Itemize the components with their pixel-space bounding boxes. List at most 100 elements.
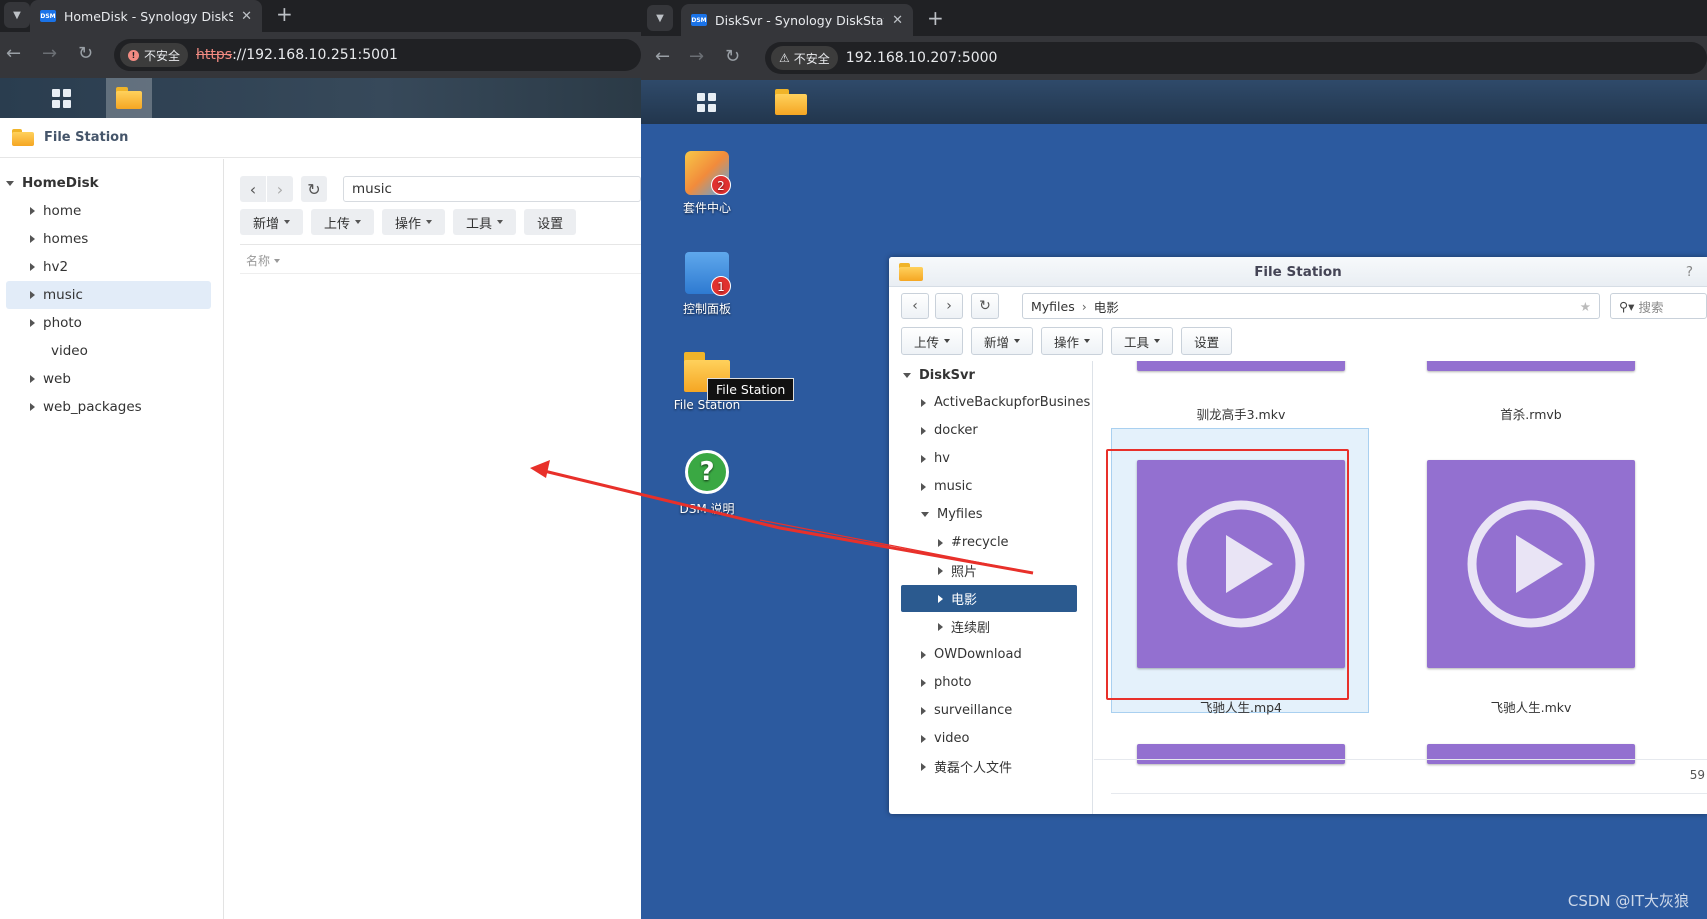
forward-icon[interactable]: → [689,48,704,66]
url-host: 192.168.10.207:5000 [845,50,998,66]
tree-item-movies[interactable]: 电影 [901,585,1077,612]
tree-item-hv[interactable]: hv [921,445,950,472]
insecure-icon: ! [128,49,139,61]
tree-item-photo[interactable]: photo [6,309,211,337]
tree-root-homedisk[interactable]: HomeDisk [6,169,211,197]
tree-item-recycle[interactable]: #recycle [938,529,1009,556]
tools-button[interactable]: 工具 [453,209,517,235]
tree-item-series[interactable]: 连续剧 [938,613,990,640]
upload-button[interactable]: 上传 [311,209,375,235]
file-name[interactable]: 飞驰人生.mp4 [1111,697,1371,716]
tree-item-personal[interactable]: 黄磊个人文件 [921,753,1012,780]
create-button[interactable]: 新增 [240,209,304,235]
tree-item-hv2[interactable]: hv2 [6,253,211,281]
search-input[interactable]: ⚲▾ 搜索 [1610,293,1707,319]
left-nav-buttons: ‹ › ↻ [240,176,327,202]
close-tab-icon[interactable]: ✕ [241,9,252,24]
video-thumbnail[interactable] [1427,744,1635,764]
warning-icon: ⚠ [779,51,790,65]
tree-item-surveillance[interactable]: surveillance [921,697,1012,724]
reload-icon[interactable]: ↻ [78,45,93,63]
new-tab-icon[interactable]: + [927,8,944,28]
main-menu-button[interactable] [24,78,98,118]
settings-button[interactable]: 设置 [1181,327,1233,355]
upload-button[interactable]: 上传 [901,327,964,355]
caret-right-icon [938,566,943,575]
back-button[interactable]: ‹ [901,293,929,319]
name-column-header[interactable]: 名称 [246,252,281,269]
action-button[interactable]: 操作 [1041,327,1104,355]
right-nav-buttons: ‹ › ↻ [901,293,999,319]
create-button[interactable]: 新增 [971,327,1034,355]
forward-button[interactable]: › [935,293,963,319]
right-file-station-window: File Station ? ‹ › ↻ Myfiles › 电影 ★ ⚲▾ 搜… [889,257,1707,814]
new-tab-icon[interactable]: + [276,4,293,24]
refresh-button[interactable]: ↻ [971,293,999,319]
tree-item-home[interactable]: home [6,197,211,225]
tree-item-music[interactable]: music [6,281,211,309]
back-icon[interactable]: ← [6,45,21,63]
folder-icon [116,87,142,109]
desktop-icon-control-panel[interactable]: 1 控制面板 [652,252,762,317]
reload-icon[interactable]: ↻ [725,48,740,66]
dropdown-icon [497,220,504,224]
tree-item-myfiles[interactable]: Myfiles [921,501,982,528]
settings-button[interactable]: 设置 [524,209,577,235]
back-icon[interactable]: ← [655,48,670,66]
tab-search-icon[interactable]: ▼ [647,5,673,31]
file-name[interactable]: 飞驰人生.mkv [1401,697,1661,716]
right-active-tab[interactable]: DSM DiskSvr - Synology DiskStatio ✕ [681,4,913,36]
divider [240,273,641,274]
tools-button[interactable]: 工具 [1111,327,1174,355]
main-menu-icon [51,88,71,108]
tree-item-photo[interactable]: photo [921,669,972,696]
tree-item-web[interactable]: web [6,365,211,393]
divider [1111,793,1707,794]
tree-item-photos[interactable]: 照片 [938,557,977,584]
security-chip[interactable]: ⚠ 不安全 [771,46,838,70]
back-button[interactable]: ‹ [240,176,266,202]
tree-item-music[interactable]: music [921,473,972,500]
tree-item-web-packages[interactable]: web_packages [6,393,211,421]
security-chip[interactable]: ! 不安全 [120,43,189,67]
close-tab-icon[interactable]: ✕ [892,13,903,28]
video-thumbnail[interactable] [1137,361,1345,371]
file-station-task-button[interactable] [761,80,821,124]
video-thumbnail[interactable] [1427,361,1635,371]
caret-right-icon [938,594,943,603]
tree-item-owdownload[interactable]: OWDownload [921,641,1022,668]
tree-item-video[interactable]: video [6,337,211,365]
tree-item-docker[interactable]: docker [921,417,978,444]
left-fs-title-bar: File Station [0,118,641,158]
left-address-bar[interactable]: ! 不安全 https://192.168.10.251:5001 [114,39,641,71]
dropdown-icon [426,220,433,224]
forward-button[interactable]: › [267,176,293,202]
file-name[interactable]: 驯龙高手3.mkv [1111,404,1371,423]
breadcrumb-movies[interactable]: 电影 [1094,297,1119,316]
video-thumbnail[interactable] [1427,460,1635,668]
file-station-task-button[interactable] [106,78,152,118]
help-button[interactable]: ? [1686,257,1693,287]
action-button[interactable]: 操作 [382,209,446,235]
desktop-icon-dsm-help[interactable]: ? DSM 说明 [652,450,762,517]
left-path-field[interactable]: music [343,176,641,202]
tree-root-disksvr[interactable]: DiskSvr [903,362,975,389]
main-menu-button[interactable] [661,80,751,124]
caret-right-icon [921,454,926,463]
tree-item-homes[interactable]: homes [6,225,211,253]
star-icon[interactable]: ★ [1580,299,1591,314]
file-name[interactable]: 首杀.rmvb [1401,404,1661,423]
forward-icon[interactable]: → [42,45,57,63]
tab-search-icon[interactable]: ▼ [4,2,30,28]
breadcrumb-myfiles[interactable]: Myfiles [1031,299,1075,314]
tree-item-video[interactable]: video [921,725,970,752]
right-address-bar[interactable]: ⚠ 不安全 192.168.10.207:5000 [765,42,1707,74]
desktop-icon-package-center[interactable]: 2 套件中心 [652,151,762,216]
tree-item-activebackup[interactable]: ActiveBackupforBusines [921,389,1090,416]
refresh-button[interactable]: ↻ [301,176,327,202]
video-thumbnail[interactable] [1137,744,1345,764]
left-active-tab[interactable]: DSM HomeDisk - Synology DiskSt ✕ [30,0,262,32]
file-station-icon [12,128,34,147]
window-title-bar[interactable]: File Station ? [889,257,1707,287]
breadcrumb[interactable]: Myfiles › 电影 ★ [1022,293,1600,319]
